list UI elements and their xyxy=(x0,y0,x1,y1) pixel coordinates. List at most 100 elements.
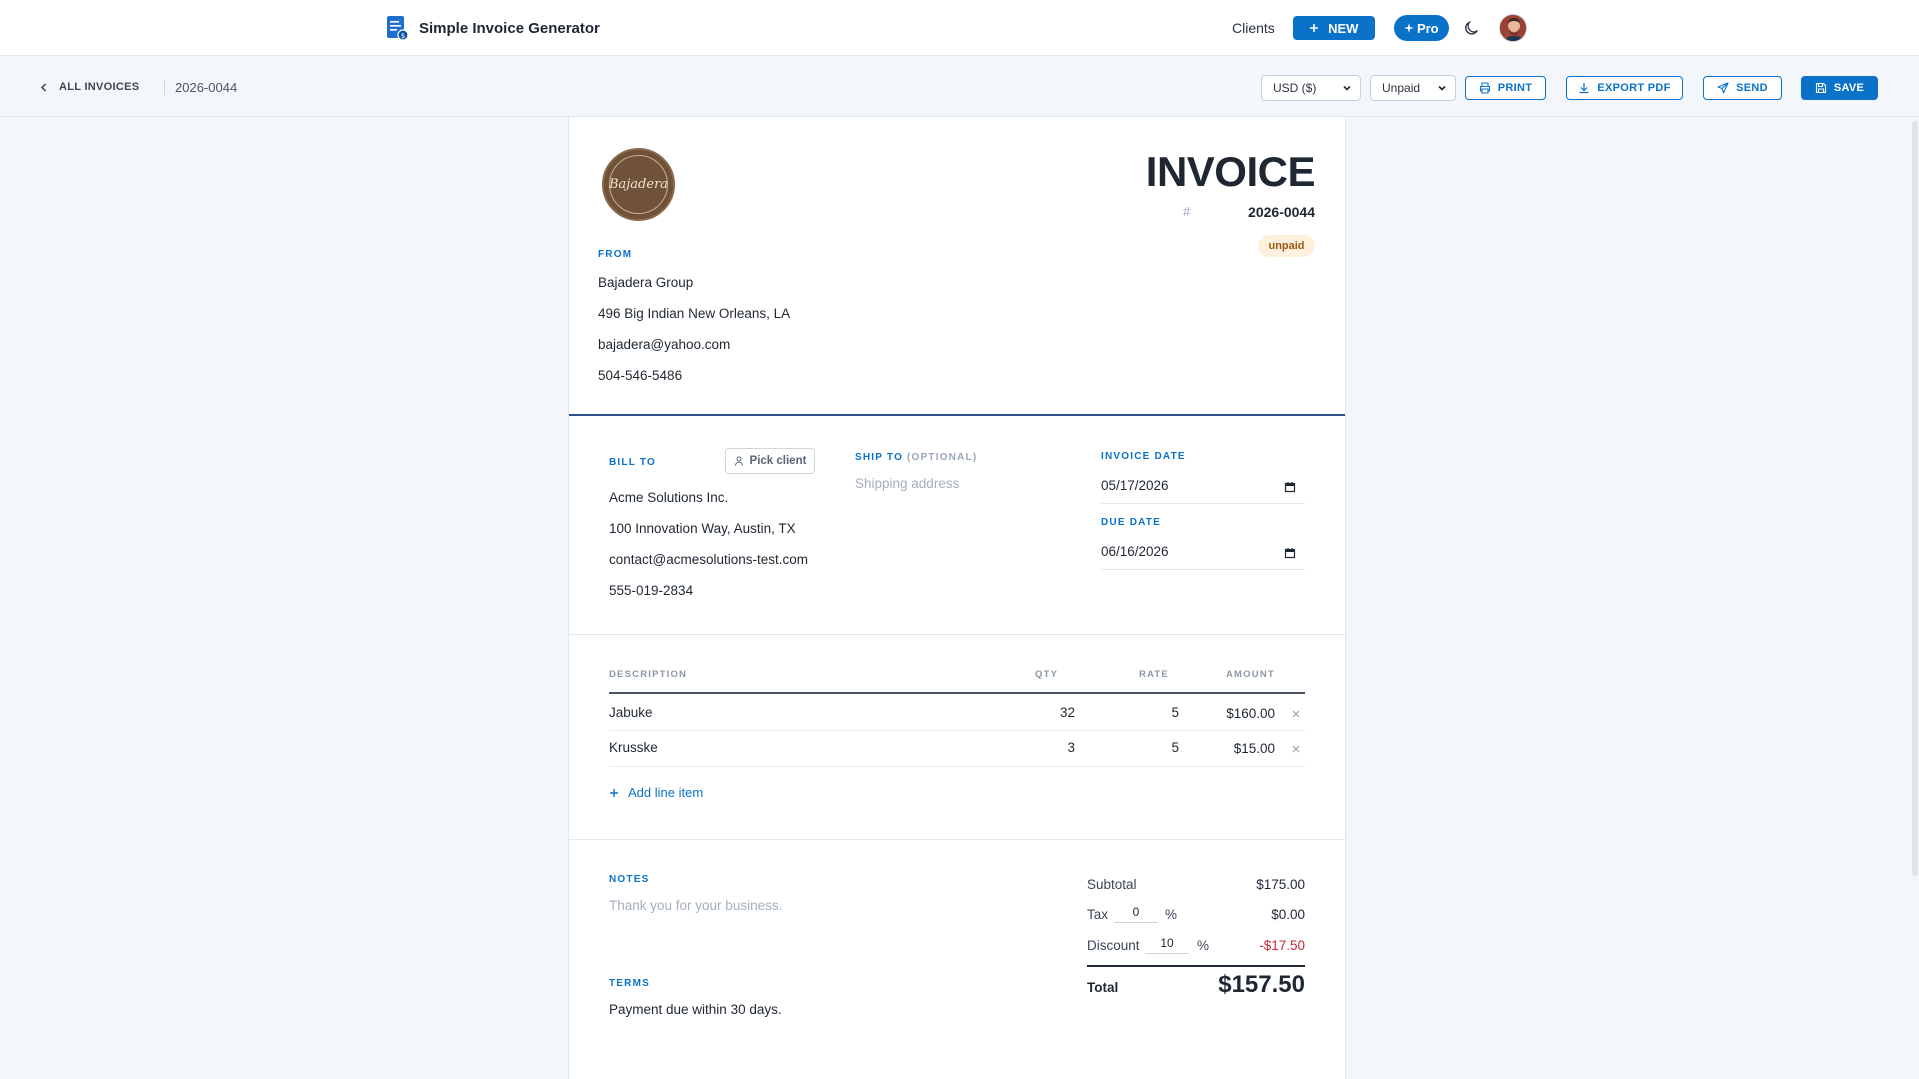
document-icon: $ xyxy=(387,16,408,41)
printer-icon xyxy=(1479,82,1490,94)
column-header-amount: AMOUNT xyxy=(1226,669,1275,680)
app-brand[interactable]: $ Simple Invoice Generator xyxy=(386,15,600,41)
item-qty-field[interactable]: 32 xyxy=(995,705,1075,720)
item-description-field[interactable]: Krusske xyxy=(609,740,658,755)
save-icon xyxy=(1815,82,1826,94)
from-label: FROM xyxy=(598,249,633,260)
close-icon[interactable] xyxy=(1291,744,1301,754)
ship-to-optional: (OPTIONAL) xyxy=(907,452,978,463)
tax-rate-input[interactable]: 0 xyxy=(1114,905,1158,923)
tax-value: $0.00 xyxy=(1271,907,1305,922)
back-to-all-invoices[interactable]: ALL INVOICES xyxy=(40,81,139,93)
due-date-value: 06/16/2026 xyxy=(1101,544,1169,559)
tax-label: Tax xyxy=(1087,907,1109,922)
plus-icon xyxy=(1310,24,1319,32)
shipping-address-input[interactable]: Shipping address xyxy=(855,476,959,491)
page-scrollbar[interactable] xyxy=(1911,117,1919,1079)
calendar-icon[interactable] xyxy=(1284,547,1296,559)
plus-icon xyxy=(610,788,618,797)
avatar-image xyxy=(1499,15,1526,41)
from-address-field[interactable]: 496 Big Indian New Orleans, LA xyxy=(598,306,790,321)
logo-ring: Bajadera xyxy=(609,155,668,214)
status-select[interactable]: Unpaid xyxy=(1370,75,1456,101)
clients-link[interactable]: Clients xyxy=(1232,20,1275,36)
table-row: Jabuke 32 5 $160.00 xyxy=(569,694,1345,730)
column-header-description: DESCRIPTION xyxy=(609,669,688,680)
invoice-toolbar: ALL INVOICES 2026-0044 USD ($) Unpaid PR… xyxy=(0,56,1919,117)
close-icon[interactable] xyxy=(1291,709,1301,719)
notes-input[interactable]: Thank you for your business. xyxy=(609,898,782,913)
user-avatar[interactable] xyxy=(1498,14,1527,42)
from-name-field[interactable]: Bajadera Group xyxy=(598,275,693,290)
status-badge: unpaid xyxy=(1258,235,1315,257)
due-date-label: DUE DATE xyxy=(1101,517,1161,528)
logo-text: Bajadera xyxy=(608,177,669,192)
status-value: Unpaid xyxy=(1382,81,1421,95)
invoice-number-hash: # xyxy=(1183,204,1191,219)
total-label: Total xyxy=(1087,980,1119,995)
chevron-down-icon xyxy=(1343,85,1351,91)
company-logo[interactable]: Bajadera xyxy=(602,148,675,221)
currency-select[interactable]: USD ($) xyxy=(1261,75,1361,101)
from-email-field[interactable]: bajadera@yahoo.com xyxy=(598,337,730,352)
terms-input[interactable]: Payment due within 30 days. xyxy=(609,1002,782,1017)
terms-label: TERMS xyxy=(609,978,650,989)
invoice-title: INVOICE xyxy=(1145,148,1316,195)
add-line-item-button[interactable]: Add line item xyxy=(609,785,703,800)
export-pdf-label: EXPORT PDF xyxy=(1597,82,1671,94)
row-divider xyxy=(609,766,1305,767)
item-rate-field[interactable]: 5 xyxy=(1099,705,1179,720)
pro-button-label: Pro xyxy=(1416,20,1439,36)
chevron-down-icon xyxy=(1438,85,1446,91)
bill-to-address-field[interactable]: 100 Innovation Way, Austin, TX xyxy=(609,521,796,536)
pro-button[interactable]: Pro xyxy=(1393,15,1449,41)
bill-to-phone-field[interactable]: 555-019-2834 xyxy=(609,583,693,598)
top-navigation: $ Simple Invoice Generator Clients NEW P… xyxy=(0,0,1919,56)
bill-to-email-field[interactable]: contact@acmesolutions-test.com xyxy=(609,552,808,567)
nav-actions: Clients NEW Pro xyxy=(1232,14,1527,42)
user-icon xyxy=(734,456,743,466)
invoice-date-value: 05/17/2026 xyxy=(1101,478,1169,493)
new-invoice-button[interactable]: NEW xyxy=(1292,16,1375,40)
save-label: SAVE xyxy=(1833,82,1865,94)
column-header-qty: QTY xyxy=(1035,669,1059,680)
tax-percent-sign: % xyxy=(1165,907,1178,922)
item-amount: $15.00 xyxy=(1233,741,1275,756)
discount-rate-input[interactable]: 10 xyxy=(1145,936,1189,954)
send-icon xyxy=(1717,82,1729,94)
bill-to-name-field[interactable]: Acme Solutions Inc. xyxy=(609,490,728,505)
item-rate-field[interactable]: 5 xyxy=(1099,740,1179,755)
currency-value: USD ($) xyxy=(1273,81,1317,95)
table-row: Krusske 3 5 $15.00 xyxy=(569,730,1345,766)
export-pdf-button[interactable]: EXPORT PDF xyxy=(1566,76,1683,100)
chevron-left-icon xyxy=(40,82,47,92)
breadcrumb-invoice-number: 2026-0044 xyxy=(175,80,238,95)
svg-text:$: $ xyxy=(401,32,405,40)
moon-icon[interactable] xyxy=(1463,19,1481,37)
discount-label: Discount xyxy=(1087,938,1140,953)
invoice-sheet: Bajadera INVOICE # 2026-0044 unpaid FROM… xyxy=(568,117,1346,1079)
subtotal-value: $175.00 xyxy=(1256,877,1305,892)
app-title: Simple Invoice Generator xyxy=(419,19,600,37)
send-button[interactable]: SEND xyxy=(1703,76,1782,100)
column-header-rate: RATE xyxy=(1139,669,1169,680)
pick-client-button[interactable]: Pick client xyxy=(725,448,815,474)
due-date-input[interactable]: 06/16/2026 xyxy=(1101,544,1305,570)
item-qty-field[interactable]: 3 xyxy=(995,740,1075,755)
print-button[interactable]: PRINT xyxy=(1465,76,1546,100)
item-description-field[interactable]: Jabuke xyxy=(609,705,653,720)
invoice-number-field[interactable]: 2026-0044 xyxy=(1248,204,1315,220)
section-divider xyxy=(569,839,1345,840)
total-rule xyxy=(1087,965,1305,967)
from-phone-field[interactable]: 504-546-5486 xyxy=(598,368,682,383)
invoice-date-input[interactable]: 05/17/2026 xyxy=(1101,478,1305,504)
calendar-icon[interactable] xyxy=(1284,481,1296,493)
send-label: SEND xyxy=(1736,82,1768,94)
ship-to-label: SHIP TO (OPTIONAL) xyxy=(855,452,977,463)
discount-value: -$17.50 xyxy=(1259,938,1305,953)
scrollbar-thumb[interactable] xyxy=(1912,121,1918,876)
ship-to-label-text: SHIP TO xyxy=(855,452,904,463)
save-button[interactable]: SAVE xyxy=(1801,76,1878,100)
pick-client-label: Pick client xyxy=(749,455,807,467)
breadcrumb-divider xyxy=(164,79,165,95)
